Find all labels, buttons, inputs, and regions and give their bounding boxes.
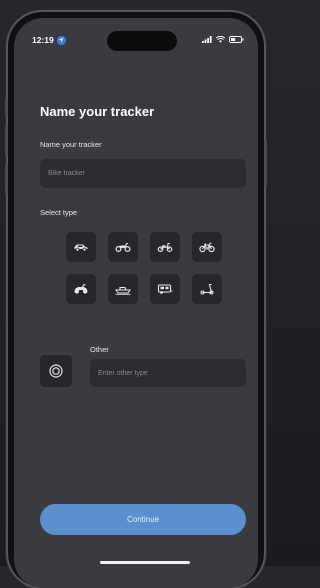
- status-time-group: 12:19: [32, 35, 66, 45]
- other-field-label: Other: [90, 345, 109, 354]
- type-motorcycle-button[interactable]: [108, 232, 138, 262]
- other-type-placeholder: Enter other type: [98, 369, 148, 377]
- continue-button-label: Continue: [126, 515, 160, 524]
- motorcycle-icon: [115, 242, 131, 253]
- volume-up-button: [5, 126, 8, 156]
- tracker-name-input[interactable]: Bike tracker: [40, 159, 246, 188]
- other-type-icon-button[interactable]: [40, 355, 72, 387]
- type-car-button[interactable]: [66, 232, 96, 262]
- bicycle-icon: [199, 242, 215, 253]
- tracker-name-placeholder: Bike tracker: [48, 170, 85, 177]
- continue-button[interactable]: Continue: [40, 504, 246, 535]
- mute-switch: [5, 98, 8, 116]
- type-atv-button[interactable]: [66, 274, 96, 304]
- status-time: 12:19: [32, 35, 54, 45]
- atv-icon: [74, 284, 88, 294]
- volume-down-button: [5, 164, 8, 194]
- vehicle-type-grid: [66, 232, 222, 304]
- home-indicator[interactable]: [100, 561, 190, 564]
- scooter-moped-icon: [157, 242, 173, 253]
- wifi-icon: [216, 36, 225, 43]
- camper-van-icon: [157, 284, 173, 294]
- signal-icon: [202, 36, 212, 43]
- location-arrow-icon: [56, 35, 66, 45]
- type-kick-scooter-button[interactable]: [192, 274, 222, 304]
- power-button: [264, 140, 267, 186]
- status-indicators: [202, 36, 244, 43]
- other-type-input[interactable]: Enter other type: [90, 359, 246, 387]
- battery-icon: [229, 36, 244, 43]
- page-title: Name your tracker: [40, 104, 155, 119]
- select-type-label: Select type: [40, 208, 78, 217]
- type-camper-van-button[interactable]: [150, 274, 180, 304]
- boat-icon: [115, 286, 131, 295]
- name-field-label: Name your tracker: [40, 140, 102, 149]
- car-icon: [74, 244, 88, 252]
- status-bar: 12:19: [14, 18, 258, 58]
- type-boat-button[interactable]: [108, 274, 138, 304]
- phone-frame: 12:19 Name your tracker Name your tracke…: [5, 12, 267, 588]
- target-icon: [49, 364, 63, 378]
- kick-scooter-icon: [200, 283, 214, 295]
- dynamic-island: [107, 31, 177, 51]
- app-screen: 12:19 Name your tracker Name your tracke…: [14, 18, 258, 588]
- type-scooter-moped-button[interactable]: [150, 232, 180, 262]
- type-bicycle-button[interactable]: [192, 232, 222, 262]
